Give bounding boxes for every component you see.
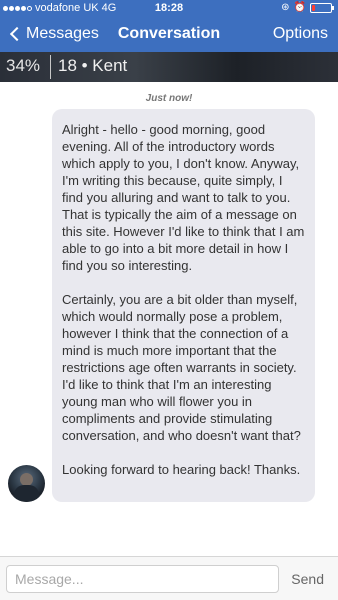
message-input[interactable]	[6, 565, 279, 593]
rotation-lock-icon: ⊛	[281, 2, 290, 13]
battery-icon	[310, 3, 334, 13]
profile-banner[interactable]: 34% 18 • Kent	[0, 52, 338, 82]
message-timestamp: Just now!	[145, 93, 193, 104]
back-button[interactable]: Messages	[8, 25, 99, 43]
chevron-left-icon	[9, 26, 25, 42]
back-label: Messages	[26, 25, 99, 42]
alarm-icon: ⏰	[293, 2, 306, 13]
message-composer: Send	[0, 556, 338, 600]
banner-divider	[50, 55, 51, 79]
match-percent: 34%	[6, 56, 41, 75]
profile-age-location: 18 • Kent	[58, 56, 128, 75]
options-button[interactable]: Options	[273, 25, 328, 43]
message-paragraph: Certainly, you are a bit older than myse…	[62, 292, 301, 443]
message-bubble: Alright - hello - good morning, good eve…	[52, 109, 315, 502]
battery-level	[312, 5, 315, 11]
status-bar: vodafone UK 4G 18:28 ⊛ ⏰	[0, 0, 338, 17]
navigation-bar: Messages Conversation Options	[0, 17, 338, 52]
send-button[interactable]: Send	[291, 571, 324, 587]
message-paragraph: Looking forward to hearing back! Thanks.	[62, 462, 301, 477]
message-paragraph: Alright - hello - good morning, good eve…	[62, 122, 305, 273]
sender-avatar[interactable]	[8, 465, 45, 502]
status-icons: ⊛ ⏰	[281, 2, 334, 14]
avatar-body	[14, 485, 39, 502]
